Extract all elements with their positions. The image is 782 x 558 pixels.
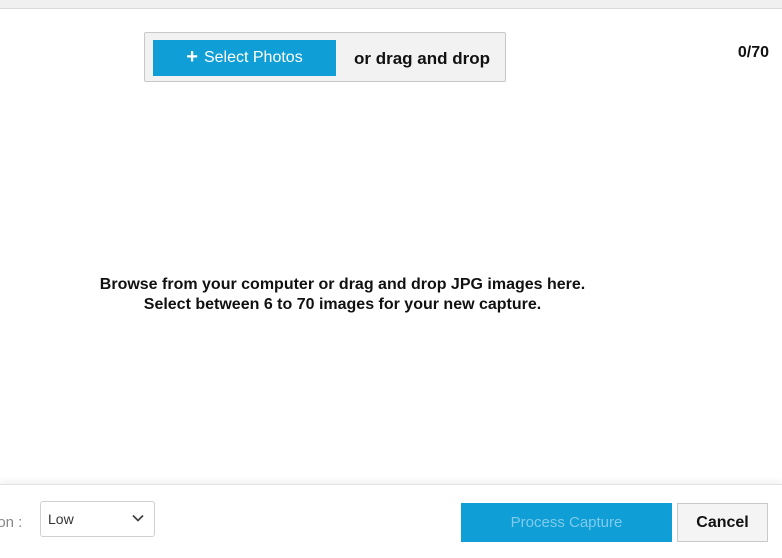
image-counter: 0/70 — [737, 44, 769, 61]
select-photos-button[interactable]: + Select Photos — [153, 40, 336, 76]
quality-label: ion : — [0, 514, 23, 531]
quality-select[interactable]: Low — [40, 501, 155, 537]
process-capture-button[interactable]: Process Capture — [461, 503, 672, 542]
instructions-line-1: Browse from your computer or drag and dr… — [99, 276, 586, 293]
plus-icon: + — [186, 46, 198, 68]
drag-drop-label: or drag and drop — [354, 49, 490, 68]
select-photos-label: Select Photos — [203, 49, 303, 66]
footer: ion : Low Process Capture Cancel — [0, 484, 782, 558]
drop-zone-instructions[interactable]: Browse from your computer or drag and dr… — [0, 275, 685, 315]
cancel-button[interactable]: Cancel — [677, 503, 768, 542]
upload-bar: + Select Photos or drag and drop — [144, 32, 506, 82]
chevron-down-icon — [132, 514, 144, 522]
top-strip — [0, 0, 782, 9]
quality-value: Low — [48, 511, 74, 527]
instructions-line-2: Select between 6 to 70 images for your n… — [143, 296, 542, 313]
